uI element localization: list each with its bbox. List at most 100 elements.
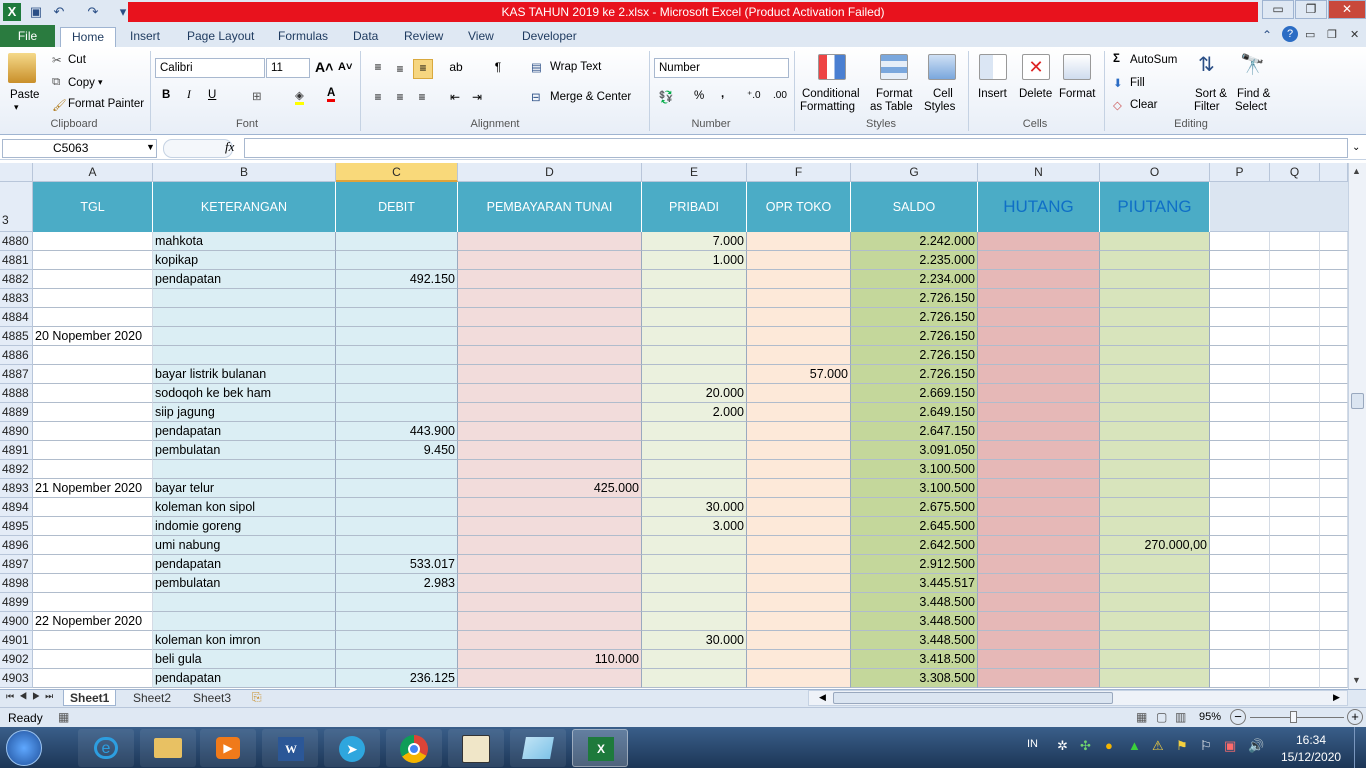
cell-hutang[interactable] xyxy=(978,346,1100,365)
grow-font-icon[interactable]: A˄ xyxy=(315,59,333,75)
align-top-icon[interactable]: ≡ xyxy=(370,59,386,75)
cell-piutang[interactable] xyxy=(1100,251,1210,270)
cell-opr-toko[interactable] xyxy=(747,650,851,669)
tray-action-center-icon[interactable]: ⚐ xyxy=(1200,738,1212,754)
cut-button[interactable]: Cut xyxy=(68,54,86,66)
cell-q[interactable] xyxy=(1270,308,1320,327)
cell-pembayaran-tunai[interactable] xyxy=(458,517,642,536)
cell-pribadi[interactable] xyxy=(642,441,747,460)
word-taskbar-icon[interactable]: W xyxy=(262,729,318,767)
font-color-icon[interactable]: A xyxy=(327,87,336,102)
cell-pembayaran-tunai[interactable] xyxy=(458,422,642,441)
cell-hutang[interactable] xyxy=(978,650,1100,669)
zoom-slider-thumb[interactable] xyxy=(1290,711,1297,723)
cell-pembayaran-tunai[interactable] xyxy=(458,612,642,631)
cell-tgl[interactable] xyxy=(33,650,153,669)
cell-r[interactable] xyxy=(1320,460,1348,479)
cell-debit[interactable] xyxy=(336,479,458,498)
cell-keterangan[interactable]: sodoqoh ke bek ham xyxy=(153,384,336,403)
decrease-indent-icon[interactable]: ⇤ xyxy=(447,89,463,105)
cell-hutang[interactable] xyxy=(978,517,1100,536)
sort-filter-icon[interactable]: ⇅ xyxy=(1198,52,1215,77)
cell-q[interactable] xyxy=(1270,536,1320,555)
insert-sheet-icon[interactable]: ⎘ xyxy=(252,690,262,705)
column-header-d[interactable]: D xyxy=(458,163,642,182)
cell-hutang[interactable] xyxy=(978,251,1100,270)
cell-styles-icon[interactable] xyxy=(928,54,956,80)
header-piutang[interactable]: PIUTANG xyxy=(1100,182,1210,232)
cell-saldo[interactable]: 3.100.500 xyxy=(851,479,978,498)
cell-debit[interactable] xyxy=(336,232,458,251)
cell-opr-toko[interactable] xyxy=(747,517,851,536)
cell-tgl[interactable] xyxy=(33,365,153,384)
cell-hutang[interactable] xyxy=(978,365,1100,384)
cell-tgl[interactable] xyxy=(33,346,153,365)
format-painter-button[interactable]: Format Painter xyxy=(68,98,144,110)
tab-home[interactable]: Home xyxy=(60,27,116,47)
row-header[interactable]: 4898 xyxy=(0,574,33,593)
cell-styles-button[interactable]: Cell xyxy=(933,88,953,100)
increase-decimal-icon[interactable]: ⁺.0 xyxy=(747,90,761,101)
cell-q[interactable] xyxy=(1270,555,1320,574)
format-as-table-button[interactable]: Format xyxy=(876,88,912,100)
cell-piutang[interactable] xyxy=(1100,669,1210,688)
cell-hutang[interactable] xyxy=(978,289,1100,308)
cell-opr-toko[interactable] xyxy=(747,555,851,574)
row-header[interactable]: 4891 xyxy=(0,441,33,460)
cell-tgl[interactable] xyxy=(33,251,153,270)
cell-opr-toko[interactable] xyxy=(747,289,851,308)
cell-saldo[interactable]: 3.100.500 xyxy=(851,460,978,479)
scroll-down-icon[interactable]: ▼ xyxy=(1352,675,1361,685)
cell-keterangan[interactable] xyxy=(153,346,336,365)
column-header-p[interactable]: P xyxy=(1210,163,1270,182)
wrap-text-button[interactable]: Wrap Text xyxy=(550,61,601,73)
select-all-corner[interactable] xyxy=(0,163,33,182)
name-box-dropdown-icon[interactable]: ▼ xyxy=(146,142,155,152)
cell-tgl[interactable] xyxy=(33,460,153,479)
cell-tgl[interactable] xyxy=(33,631,153,650)
sheet-nav-arrows-icon[interactable]: ⏮◀▶⏭ xyxy=(6,691,58,702)
cell-keterangan[interactable]: pendapatan xyxy=(153,555,336,574)
cell-debit[interactable]: 443.900 xyxy=(336,422,458,441)
cell-q[interactable] xyxy=(1270,479,1320,498)
header-pembayaran-tunai[interactable]: PEMBAYARAN TUNAI xyxy=(458,182,642,232)
merge-center-button[interactable]: Merge & Center xyxy=(550,91,631,103)
format-cells-icon[interactable] xyxy=(1063,54,1091,80)
cell-tgl[interactable] xyxy=(33,669,153,688)
ie-taskbar-icon[interactable]: e xyxy=(78,729,134,767)
workbook-restore-icon[interactable]: ❐ xyxy=(1327,28,1337,41)
cell-pribadi[interactable] xyxy=(642,460,747,479)
cell-p[interactable] xyxy=(1210,612,1270,631)
cell-piutang[interactable] xyxy=(1100,441,1210,460)
insert-function-icon[interactable]: fx xyxy=(225,139,234,155)
row-header[interactable]: 4884 xyxy=(0,308,33,327)
cell-saldo[interactable]: 2.726.150 xyxy=(851,308,978,327)
cell-opr-toko[interactable] xyxy=(747,270,851,289)
cell-r[interactable] xyxy=(1320,441,1348,460)
cell-r[interactable] xyxy=(1320,536,1348,555)
cell-debit[interactable] xyxy=(336,289,458,308)
cell-pembayaran-tunai[interactable]: 110.000 xyxy=(458,650,642,669)
cell-tgl[interactable] xyxy=(33,498,153,517)
cell-debit[interactable]: 492.150 xyxy=(336,270,458,289)
cell-r[interactable] xyxy=(1320,346,1348,365)
cell-keterangan[interactable]: koleman kon imron xyxy=(153,631,336,650)
cell-opr-toko[interactable] xyxy=(747,232,851,251)
cell-pribadi[interactable] xyxy=(642,422,747,441)
column-header-g[interactable]: G xyxy=(851,163,978,182)
ribbon-collapse-icon[interactable]: ⌃ xyxy=(1262,28,1272,42)
cell-saldo[interactable]: 2.645.500 xyxy=(851,517,978,536)
cell-opr-toko[interactable]: 57.000 xyxy=(747,365,851,384)
cell-p[interactable] xyxy=(1210,270,1270,289)
cell-piutang[interactable] xyxy=(1100,327,1210,346)
cell-hutang[interactable] xyxy=(978,422,1100,441)
workbook-close-icon[interactable]: ✕ xyxy=(1350,28,1359,41)
cell-hutang[interactable] xyxy=(978,327,1100,346)
paste-button[interactable]: Paste xyxy=(10,89,39,101)
excel-taskbar-icon[interactable]: X xyxy=(572,729,628,767)
cell-opr-toko[interactable] xyxy=(747,631,851,650)
column-header-b[interactable]: B xyxy=(153,163,336,182)
cell-p[interactable] xyxy=(1210,232,1270,251)
cell-tgl[interactable] xyxy=(33,593,153,612)
fill-color-icon[interactable]: ◈ xyxy=(295,88,304,105)
